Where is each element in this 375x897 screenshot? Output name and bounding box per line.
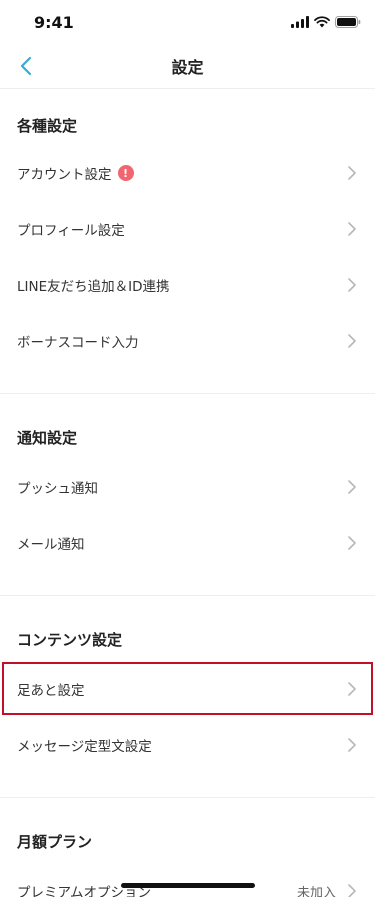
chevron-right-icon [346,221,358,237]
account-settings-row[interactable]: アカウント設定 ! [0,145,375,201]
section-title-notifications: 通知設定 [17,428,78,447]
section-title-various: 各種設定 [17,116,78,135]
status-time: 9:41 [34,12,74,32]
profile-settings-label: プロフィール設定 [17,223,125,239]
premium-option-row[interactable]: プレミアムオプション 未加入 [0,863,375,897]
footprint-settings-label: 足あと設定 [17,683,85,699]
push-notification-label: プッシュ通知 [17,481,98,497]
exclamation-icon: ! [117,165,134,181]
back-button[interactable] [12,52,40,80]
chevron-right-icon [346,277,358,293]
page-title: 設定 [171,58,204,77]
signal-icon [291,16,309,28]
footprint-settings-row[interactable]: 足あと設定 [0,661,375,717]
mail-notification-label: メール通知 [17,537,85,553]
status-bar: 9:41 [0,0,375,44]
chevron-right-icon [346,883,358,897]
chevron-right-icon [346,333,358,349]
nav-bar: 設定 [0,44,375,89]
chevron-right-icon [346,165,358,181]
message-template-label: メッセージ定型文設定 [17,739,152,755]
home-indicator[interactable] [121,883,255,888]
wifi-icon [314,16,330,28]
chevron-left-icon [20,56,32,76]
premium-status-value: 未加入 [296,885,336,897]
bonus-code-row[interactable]: ボーナスコード入力 [0,313,375,369]
row-label: アカウント設定 ! [17,163,346,183]
bonus-code-label: ボーナスコード入力 [17,335,139,351]
battery-icon [335,16,361,28]
account-settings-label: アカウント設定 [17,167,112,183]
push-notification-row[interactable]: プッシュ通知 [0,459,375,515]
mail-notification-row[interactable]: メール通知 [0,515,375,571]
line-friend-row[interactable]: LINE友だち追加＆ID連携 [0,257,375,313]
chevron-right-icon [346,681,358,697]
status-icons [291,16,361,28]
chevron-right-icon [346,479,358,495]
section-title-contents: コンテンツ設定 [17,630,123,649]
chevron-right-icon [346,535,358,551]
line-friend-label: LINE友だち追加＆ID連携 [17,279,170,295]
section-title-monthly: 月額プラン [17,832,93,851]
chevron-right-icon [346,737,358,753]
message-template-row[interactable]: メッセージ定型文設定 [0,717,375,773]
settings-screen: 9:41 設定 各種設定 アカウント設定 ! プロフィール設定 LINE友だち追… [0,0,375,897]
profile-settings-row[interactable]: プロフィール設定 [0,201,375,257]
